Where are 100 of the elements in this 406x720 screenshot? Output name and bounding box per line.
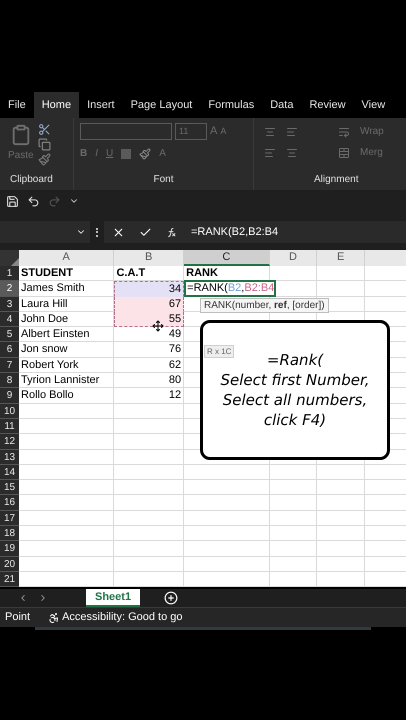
align-icon[interactable] — [286, 126, 298, 138]
ribbon-tab[interactable]: File — [0, 92, 34, 118]
table-cell: 62 — [168, 358, 182, 372]
save-icon[interactable] — [6, 194, 19, 208]
row-number[interactable]: 13 — [0, 450, 20, 465]
row-number[interactable]: 7 — [0, 358, 20, 374]
align-icon[interactable] — [264, 126, 276, 138]
empty-cell — [317, 556, 366, 572]
wrap-icon[interactable] — [338, 126, 350, 138]
row-number[interactable]: 19 — [0, 541, 20, 557]
table-cell: Tyrion Lannister — [21, 374, 100, 386]
table-cell: John Doe — [21, 312, 68, 325]
row-number[interactable]: 6 — [0, 342, 20, 358]
row-number[interactable]: 15 — [0, 480, 20, 496]
empty-cell — [114, 526, 184, 542]
empty-cell — [270, 526, 318, 542]
column-header[interactable]: C — [184, 250, 270, 266]
group-label: Alignment — [313, 173, 360, 187]
empty-cell — [317, 480, 366, 496]
align-icon[interactable] — [286, 146, 298, 158]
column-header[interactable]: A — [19, 250, 114, 266]
cut-icon[interactable] — [38, 123, 51, 136]
row-number[interactable]: 10 — [0, 404, 20, 419]
empty-cell — [317, 510, 366, 526]
column-header[interactable]: E — [317, 250, 366, 266]
row-number[interactable]: 1 — [0, 266, 20, 282]
empty-cell — [270, 556, 318, 572]
table-cell: 55 — [168, 312, 182, 326]
row-number[interactable]: 3 — [0, 296, 20, 312]
font-name-field[interactable] — [80, 123, 172, 140]
empty-cell — [114, 480, 184, 496]
column-header[interactable]: D — [270, 250, 318, 266]
cell-editor[interactable]: =RANK(B2,B2:B4 — [184, 280, 276, 298]
empty-cell — [114, 572, 184, 588]
empty-cell — [317, 266, 366, 282]
empty-cell — [114, 510, 184, 526]
empty-cell — [270, 480, 318, 496]
table-cell: 34 — [168, 282, 182, 296]
accessibility-status[interactable]: Accessibility: Good to go — [62, 609, 183, 626]
ribbon-tab[interactable]: Insert — [79, 92, 123, 118]
empty-cell — [270, 541, 318, 557]
row-number[interactable]: 12 — [0, 434, 20, 450]
add-sheet-icon[interactable] — [164, 591, 178, 606]
ribbon-tab[interactable]: View — [354, 92, 394, 118]
row-number[interactable]: 11 — [0, 418, 20, 434]
function-tooltip: RANK(number, ref, [order]) — [200, 298, 329, 313]
paintbrush-icon[interactable] — [38, 153, 51, 166]
group-label: Font — [153, 173, 174, 187]
row-number[interactable]: 21 — [0, 572, 20, 588]
align-icon[interactable] — [264, 146, 276, 158]
empty-cell — [270, 510, 318, 526]
accessibility-icon[interactable] — [48, 612, 60, 624]
table-cell: Albert Einsten — [21, 328, 90, 340]
row-number[interactable]: 9 — [0, 388, 20, 404]
empty-cell — [317, 572, 366, 588]
ribbon-tab[interactable]: Data — [262, 92, 302, 118]
ribbon-tab[interactable]: Formulas — [200, 92, 262, 118]
row-number[interactable]: 5 — [0, 327, 20, 342]
ribbon-tab[interactable]: Page Layout — [122, 92, 200, 118]
scrollbar[interactable] — [35, 627, 371, 630]
empty-cell — [317, 541, 366, 557]
table-cell: C.A.T — [116, 266, 146, 280]
enter-icon[interactable] — [139, 226, 152, 238]
table-cell-text: RANK — [185, 267, 219, 279]
redo-icon[interactable] — [48, 194, 61, 208]
sheet-tab[interactable]: Sheet1 — [86, 589, 140, 608]
move-cursor-icon — [152, 320, 164, 332]
row-number[interactable]: 18 — [0, 526, 20, 542]
size-tooltip: R x 1C — [204, 345, 234, 358]
ribbon-tab[interactable]: Home — [34, 92, 80, 118]
row-number[interactable]: 4 — [0, 312, 20, 328]
table-cell: 67 — [168, 296, 182, 311]
empty-cell — [114, 541, 184, 557]
empty-cell — [114, 464, 184, 480]
empty-cell — [114, 450, 184, 465]
row-number[interactable]: 8 — [0, 373, 20, 388]
undo-icon[interactable] — [27, 194, 40, 208]
group-label: Clipboard — [9, 173, 54, 187]
merge-icon[interactable] — [338, 146, 350, 158]
row-number[interactable]: 14 — [0, 464, 20, 480]
cancel-icon[interactable] — [112, 226, 125, 238]
table-cell: 76 — [168, 342, 182, 357]
table-cell: 12 — [168, 388, 182, 403]
table-cell: 49 — [168, 327, 182, 342]
note-text: Select all numbers, — [222, 390, 368, 410]
note-text: =Rank( — [266, 350, 324, 370]
row-number[interactable]: 2 — [0, 281, 20, 297]
ribbon-tab[interactable]: Review — [301, 92, 354, 118]
empty-cell — [317, 464, 366, 480]
empty-cell — [114, 495, 184, 511]
empty-cell — [114, 556, 184, 572]
note-text: Select first Number, — [220, 370, 370, 390]
row-number[interactable]: 20 — [0, 556, 20, 572]
fill-color-icon[interactable] — [139, 148, 152, 160]
function-icon[interactable] — [166, 226, 177, 238]
table-cell: STUDENT — [21, 267, 73, 279]
row-number[interactable]: 16 — [0, 495, 20, 511]
row-number[interactable]: 17 — [0, 510, 20, 526]
copy-icon[interactable] — [38, 138, 51, 151]
note-text: click F4) — [264, 410, 326, 430]
